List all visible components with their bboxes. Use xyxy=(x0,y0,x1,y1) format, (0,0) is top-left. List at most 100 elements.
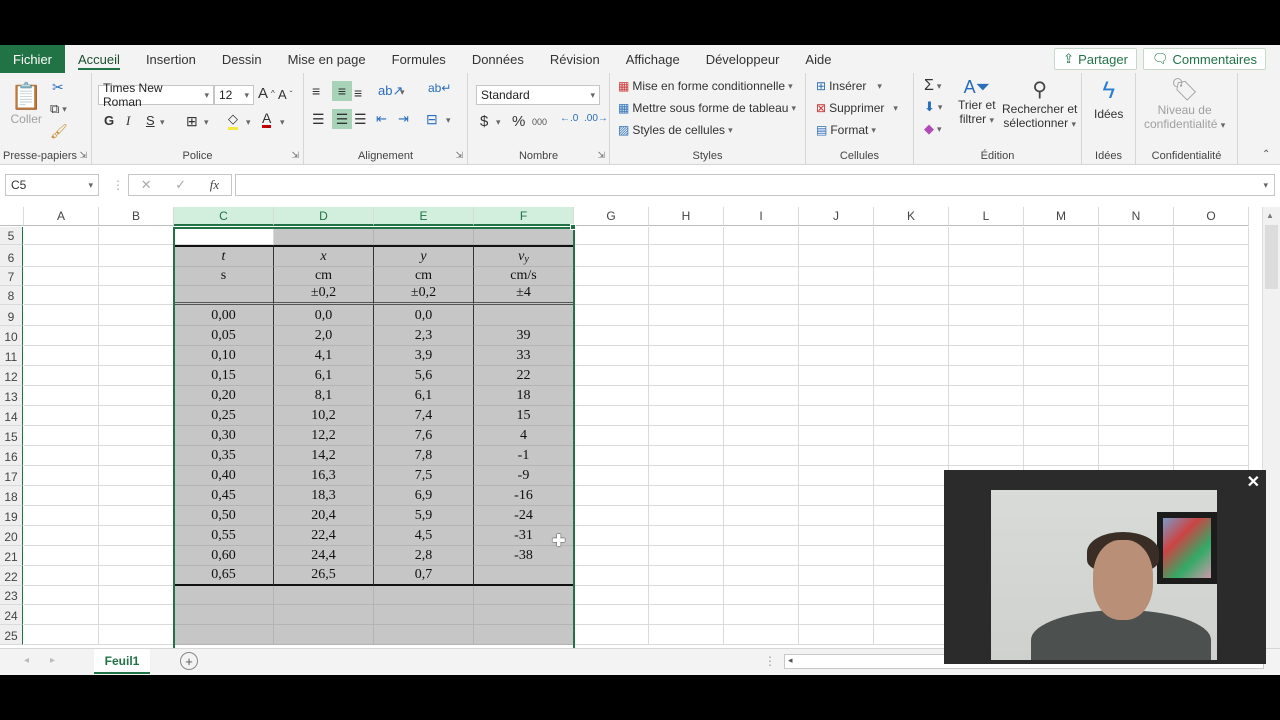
cell-n7[interactable] xyxy=(1099,267,1174,286)
cell-l5[interactable] xyxy=(949,227,1024,245)
prev-sheet-icon[interactable]: ◂ xyxy=(24,655,29,666)
align-right-icon[interactable]: ☰ xyxy=(354,111,367,128)
cell-i8[interactable] xyxy=(724,286,799,305)
chevron-down-icon[interactable]: ▾ xyxy=(160,117,165,128)
sensitivity-button[interactable]: 🏷 Niveau de confidentialité ▾ xyxy=(1144,77,1225,131)
cell-m12[interactable] xyxy=(1024,366,1099,386)
cell-j20[interactable] xyxy=(799,526,874,546)
next-sheet-icon[interactable]: ▸ xyxy=(50,655,55,666)
cell-j23[interactable] xyxy=(799,586,874,605)
column-header-d[interactable]: D xyxy=(274,207,374,226)
cell-f10[interactable]: 39 xyxy=(474,326,574,346)
cell-g9[interactable] xyxy=(574,305,649,326)
cell-m9[interactable] xyxy=(1024,305,1099,326)
cell-b5[interactable] xyxy=(99,227,174,245)
cell-f6[interactable]: vy xyxy=(474,245,574,267)
row-header-12[interactable]: 12 xyxy=(0,366,23,386)
cell-i11[interactable] xyxy=(724,346,799,366)
row-header-21[interactable]: 21 xyxy=(0,546,23,566)
column-header-f[interactable]: F xyxy=(474,207,574,226)
cell-i10[interactable] xyxy=(724,326,799,346)
tab-dessin[interactable]: Dessin xyxy=(209,45,275,73)
row-header-22[interactable]: 22 xyxy=(0,566,23,586)
clear-icon[interactable]: ◆ ▾ xyxy=(924,121,942,137)
cell-g8[interactable] xyxy=(574,286,649,305)
cell-b10[interactable] xyxy=(99,326,174,346)
cell-n8[interactable] xyxy=(1099,286,1174,305)
cell-o5[interactable] xyxy=(1174,227,1249,245)
cell-l14[interactable] xyxy=(949,406,1024,426)
cell-m15[interactable] xyxy=(1024,426,1099,446)
sort-filter-button[interactable]: A⏷ Trier et filtrer ▾ xyxy=(958,77,996,126)
increase-decimal-icon[interactable]: ←.0 xyxy=(560,113,578,124)
cell-b24[interactable] xyxy=(99,605,174,625)
cell-o12[interactable] xyxy=(1174,366,1249,386)
tab-mise-en-page[interactable]: Mise en page xyxy=(275,45,379,73)
cell-a16[interactable] xyxy=(24,446,99,466)
cell-g17[interactable] xyxy=(574,466,649,486)
cell-k10[interactable] xyxy=(874,326,949,346)
cell-f24[interactable] xyxy=(474,605,574,625)
cell-c18[interactable]: 0,45 xyxy=(174,486,274,506)
cell-b12[interactable] xyxy=(99,366,174,386)
cell-c8[interactable] xyxy=(174,286,274,305)
cell-n13[interactable] xyxy=(1099,386,1174,406)
dialog-launcher-icon[interactable]: ⇲ xyxy=(291,150,299,161)
align-left-icon[interactable]: ☰ xyxy=(312,111,325,128)
cell-h11[interactable] xyxy=(649,346,724,366)
cell-j24[interactable] xyxy=(799,605,874,625)
cell-a15[interactable] xyxy=(24,426,99,446)
cell-i6[interactable] xyxy=(724,245,799,267)
row-header-10[interactable]: 10 xyxy=(0,326,23,346)
cell-k5[interactable] xyxy=(874,227,949,245)
cell-d19[interactable]: 20,4 xyxy=(274,506,374,526)
cell-e13[interactable]: 6,1 xyxy=(374,386,474,406)
increase-indent-icon[interactable]: ⇥ xyxy=(398,111,409,127)
cell-a17[interactable] xyxy=(24,466,99,486)
cell-n12[interactable] xyxy=(1099,366,1174,386)
delete-button[interactable]: ⊠ Supprimer ▾ xyxy=(816,101,898,115)
cell-c7[interactable]: s xyxy=(174,267,274,286)
cell-k11[interactable] xyxy=(874,346,949,366)
cell-n11[interactable] xyxy=(1099,346,1174,366)
cell-d13[interactable]: 8,1 xyxy=(274,386,374,406)
cell-l15[interactable] xyxy=(949,426,1024,446)
conditional-formatting-button[interactable]: ▦ Mise en forme conditionnelle ▾ xyxy=(618,79,793,93)
cell-l9[interactable] xyxy=(949,305,1024,326)
cell-d18[interactable]: 18,3 xyxy=(274,486,374,506)
cell-d8[interactable]: ±0,2 xyxy=(274,285,374,305)
cell-h6[interactable] xyxy=(649,245,724,267)
cell-d16[interactable]: 14,2 xyxy=(274,446,374,466)
cell-f22[interactable] xyxy=(474,566,574,586)
cell-o15[interactable] xyxy=(1174,426,1249,446)
cell-i21[interactable] xyxy=(724,546,799,566)
cell-k24[interactable] xyxy=(874,605,949,625)
tab-developpeur[interactable]: Développeur xyxy=(693,45,793,73)
cell-d23[interactable] xyxy=(274,586,374,605)
cell-e6[interactable]: y xyxy=(374,245,474,267)
cell-j22[interactable] xyxy=(799,566,874,586)
formula-input[interactable]: ▾ xyxy=(235,174,1275,196)
cell-h13[interactable] xyxy=(649,386,724,406)
dialog-launcher-icon[interactable]: ⇲ xyxy=(597,150,605,161)
cell-i22[interactable] xyxy=(724,566,799,586)
font-size-select[interactable]: 12 ▾ xyxy=(214,85,254,105)
cell-b9[interactable] xyxy=(99,305,174,326)
cell-f23[interactable] xyxy=(474,586,574,605)
row-header-7[interactable]: 7 xyxy=(0,267,23,286)
column-header-a[interactable]: A xyxy=(24,207,99,226)
row-header-15[interactable]: 15 xyxy=(0,426,23,446)
cell-o8[interactable] xyxy=(1174,286,1249,305)
cell-d10[interactable]: 2,0 xyxy=(274,326,374,346)
cell-h5[interactable] xyxy=(649,227,724,245)
cell-k20[interactable] xyxy=(874,526,949,546)
column-header-o[interactable]: O xyxy=(1174,207,1249,226)
cell-h22[interactable] xyxy=(649,566,724,586)
cell-a14[interactable] xyxy=(24,406,99,426)
cell-c13[interactable]: 0,20 xyxy=(174,386,274,406)
cell-a6[interactable] xyxy=(24,245,99,267)
cell-h9[interactable] xyxy=(649,305,724,326)
cell-h8[interactable] xyxy=(649,286,724,305)
cell-j17[interactable] xyxy=(799,466,874,486)
column-header-h[interactable]: H xyxy=(649,207,724,226)
